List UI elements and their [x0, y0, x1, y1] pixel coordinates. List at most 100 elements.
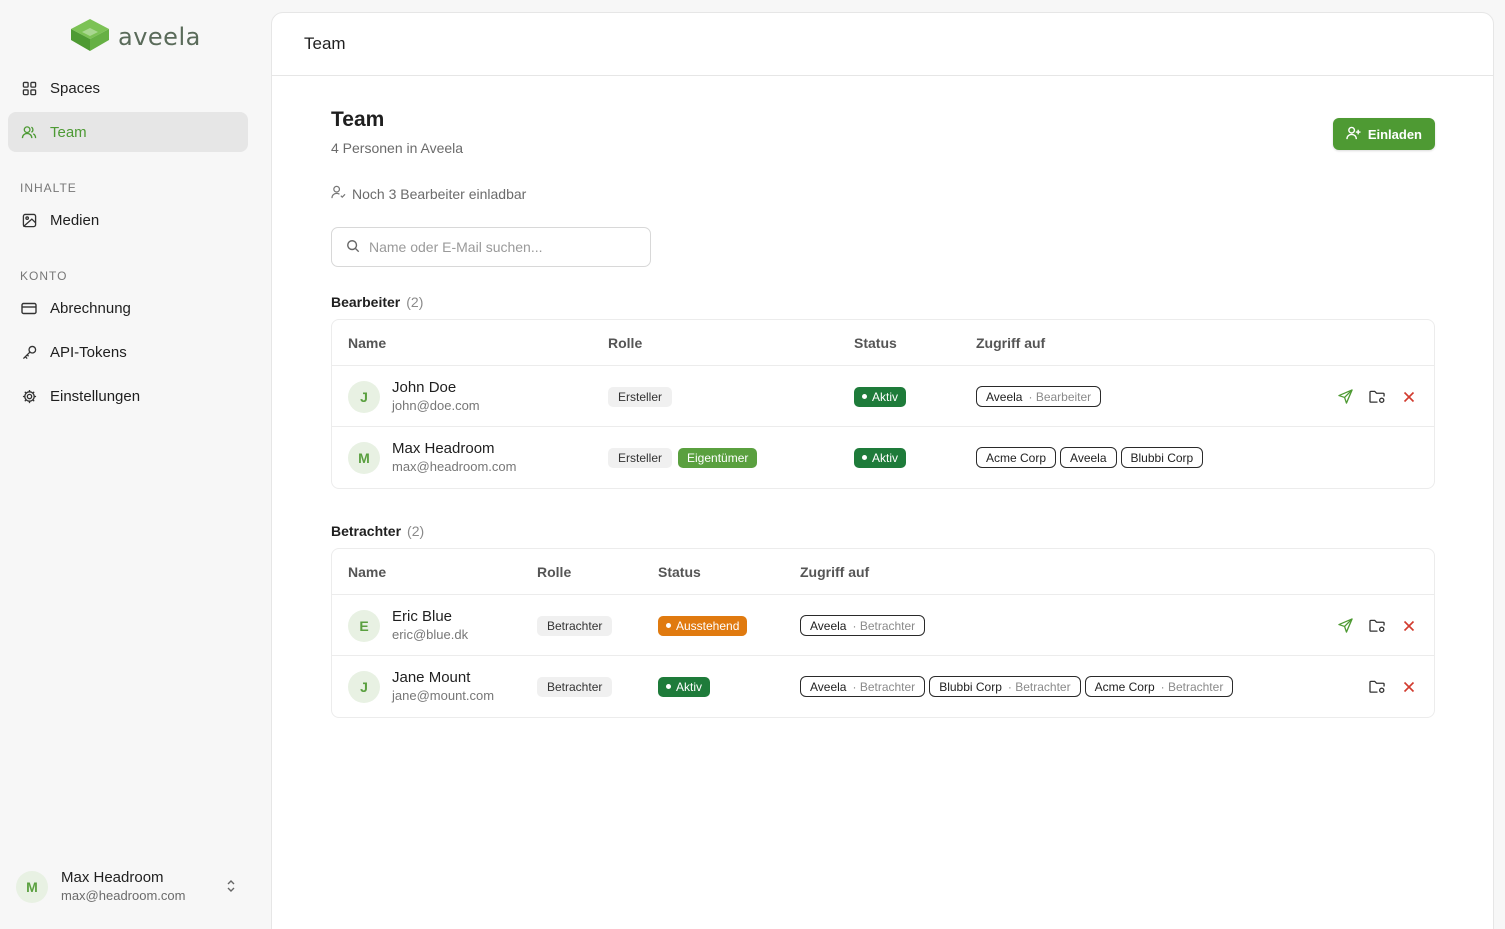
avatar: J: [348, 670, 380, 703]
access-tag-role: · Betrachter: [852, 618, 916, 633]
access-tag-space: Blubbi Corp: [1130, 450, 1194, 465]
column-header-status[interactable]: Status: [854, 335, 897, 351]
access-tag-role: · Betrachter: [852, 679, 916, 694]
status-label: Aktiv: [676, 679, 703, 694]
table-row[interactable]: J John Doe john@doe.com Ersteller Aktiv …: [332, 366, 1434, 427]
nav-item-team[interactable]: Team: [8, 112, 248, 152]
nav-item-label: Spaces: [50, 79, 101, 97]
role-cell: Betrachter: [537, 595, 613, 656]
access-tag-role: · Betrachter: [1007, 679, 1071, 694]
nav-item-media[interactable]: Medien: [8, 200, 248, 240]
status-label: Ausstehend: [676, 618, 740, 633]
access-tag-space: Aveela: [1070, 450, 1107, 465]
role-cell: Betrachter: [537, 656, 613, 717]
send-icon[interactable]: [1336, 388, 1354, 406]
remove-icon[interactable]: [1400, 617, 1418, 635]
main-panel: Team Team 4 Personen in Aveela Einladen …: [271, 12, 1494, 929]
status-label: Aktiv: [872, 389, 899, 404]
folder-settings-icon[interactable]: [1368, 678, 1386, 696]
access-tag[interactable]: Aveela · Bearbeiter: [976, 386, 1102, 407]
nav-item-settings[interactable]: Einstellungen: [8, 376, 248, 416]
access-tag[interactable]: Acme Corp: [976, 447, 1057, 468]
status-cell: Ausstehend: [658, 595, 748, 656]
table-row[interactable]: J Jane Mount jane@mount.com Betrachter A…: [332, 656, 1434, 717]
editors-table: Name Rolle Status Zugriff auf J John Doe…: [331, 319, 1435, 489]
status-badge: Ausstehend: [658, 615, 748, 636]
logo[interactable]: aveela: [70, 18, 201, 55]
access-tag-space: Aveela: [810, 679, 847, 694]
access-tag[interactable]: Blubbi Corp · Betrachter: [929, 676, 1081, 697]
row-actions: [1336, 595, 1418, 656]
search-input[interactable]: [369, 239, 629, 255]
access-tag[interactable]: Blubbi Corp: [1120, 447, 1204, 468]
send-icon[interactable]: [1336, 617, 1354, 635]
column-header-name[interactable]: Name: [348, 335, 386, 351]
access-tag[interactable]: Aveela · Betrachter: [800, 676, 926, 697]
role-badge: Ersteller: [608, 386, 673, 407]
person-name: Max Headroom: [392, 440, 495, 457]
person-email: john@doe.com: [392, 398, 480, 413]
column-header-role[interactable]: Rolle: [537, 564, 571, 580]
access-tag-space: Acme Corp: [986, 450, 1047, 465]
topbar-title: Team: [304, 34, 346, 53]
person-email: max@headroom.com: [392, 459, 517, 474]
column-header-role[interactable]: Rolle: [608, 335, 642, 351]
image-icon: [21, 212, 37, 228]
avatar: E: [348, 609, 380, 642]
access-tag-role: · Betrachter: [1160, 679, 1224, 694]
person-name: Jane Mount: [392, 669, 471, 686]
status-cell: Aktiv: [854, 366, 907, 427]
status-label: Aktiv: [872, 450, 899, 465]
column-header-name[interactable]: Name: [348, 564, 386, 580]
nav-item-label: Abrechnung: [50, 299, 131, 317]
access-tag[interactable]: Aveela · Betrachter: [800, 615, 926, 636]
access-cell: Aveela · Bearbeiter: [976, 366, 1102, 427]
access-tag[interactable]: Acme Corp · Betrachter: [1084, 676, 1234, 697]
section-label-account: KONTO: [20, 269, 68, 283]
access-tag[interactable]: Aveela: [1060, 447, 1117, 468]
status-badge: Aktiv: [854, 447, 907, 468]
viewers-heading-label: Betrachter: [331, 523, 402, 539]
access-cell: Aveela · Betrachter Blubbi Corp · Betracht…: [800, 656, 1234, 717]
users-icon: [21, 124, 37, 140]
access-cell: Acme Corp Aveela Blubbi Corp: [976, 427, 1204, 488]
folder-settings-icon[interactable]: [1368, 617, 1386, 635]
avatar: M: [348, 441, 380, 474]
viewers-table: Name Rolle Status Zugriff auf E Eric Blu…: [331, 548, 1435, 718]
role-badge: Ersteller: [608, 447, 673, 468]
access-tag-space: Aveela: [986, 389, 1023, 404]
person-cell: M Max Headroom max@headroom.com: [348, 427, 516, 488]
access-tag-space: Blubbi Corp: [939, 679, 1002, 694]
table-row[interactable]: E Eric Blue eric@blue.dk Betrachter Auss…: [332, 595, 1434, 656]
column-header-access[interactable]: Zugriff auf: [976, 335, 1045, 351]
grid-icon: [21, 80, 37, 96]
gear-icon: [21, 388, 37, 404]
nav-item-spaces[interactable]: Spaces: [8, 68, 248, 108]
role-badge: Betrachter: [537, 615, 613, 636]
chevron-up-down-icon[interactable]: [226, 879, 236, 896]
avatar: J: [348, 380, 380, 413]
access-tag-space: Acme Corp: [1094, 679, 1155, 694]
row-actions: [1368, 656, 1418, 717]
user-check-icon: [331, 185, 346, 202]
invite-button[interactable]: Einladen: [1332, 118, 1435, 150]
column-header-access[interactable]: Zugriff auf: [800, 564, 869, 580]
person-name: Eric Blue: [392, 608, 453, 625]
invite-quota: Noch 3 Bearbeiter einladbar: [331, 185, 526, 202]
column-header-status[interactable]: Status: [658, 564, 701, 580]
editors-count: (2): [406, 294, 424, 310]
nav-item-api-tokens[interactable]: API-Tokens: [8, 332, 248, 372]
access-tag-role: · Bearbeiter: [1028, 389, 1092, 404]
folder-settings-icon[interactable]: [1368, 388, 1386, 406]
nav-item-billing[interactable]: Abrechnung: [8, 288, 248, 328]
page-subtitle: 4 Personen in Aveela: [331, 140, 464, 156]
remove-icon[interactable]: [1400, 388, 1418, 406]
remove-icon[interactable]: [1400, 678, 1418, 696]
content-nav: Medien: [8, 200, 248, 240]
user-menu[interactable]: M Max Headroom max@headroom.com: [16, 869, 246, 904]
invite-quota-text: Noch 3 Bearbeiter einladbar: [352, 185, 527, 202]
search-field[interactable]: [331, 227, 651, 267]
primary-nav: Spaces Team: [8, 68, 248, 152]
table-row[interactable]: M Max Headroom max@headroom.com Erstelle…: [332, 427, 1434, 488]
person-cell: J John Doe john@doe.com: [348, 366, 480, 427]
